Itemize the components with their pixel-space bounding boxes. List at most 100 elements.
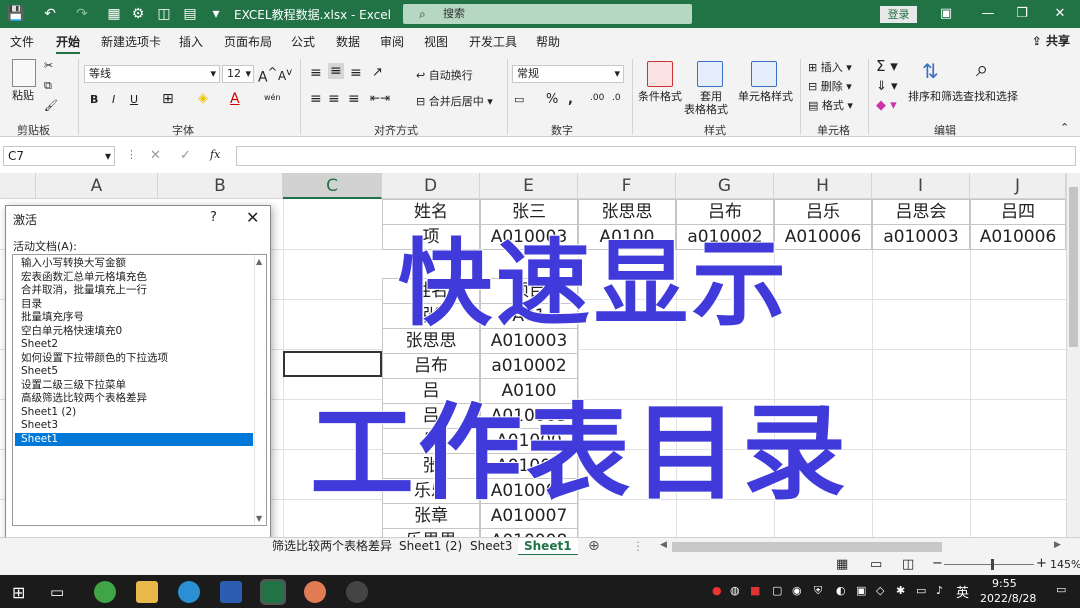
comma-icon[interactable]: , <box>568 92 573 107</box>
column-header-e[interactable]: E <box>480 173 578 199</box>
notification-icon[interactable]: ▭ <box>1056 583 1066 596</box>
tray-record-icon[interactable]: ● <box>712 584 722 597</box>
minimize-icon[interactable]: — <box>978 4 998 24</box>
list-item[interactable]: Sheet5 <box>15 365 253 378</box>
grow-font-icon[interactable]: A^ <box>258 65 277 86</box>
excel-icon[interactable] <box>260 579 286 605</box>
bluetooth-icon[interactable]: ✱ <box>896 584 905 597</box>
align-top-icon[interactable]: ≡ <box>310 65 322 81</box>
close-icon[interactable]: ✕ <box>1050 4 1070 24</box>
vertical-scrollbar[interactable] <box>1066 173 1080 537</box>
windows-start-icon[interactable]: ⊞ <box>12 583 25 602</box>
word-icon[interactable] <box>220 581 242 603</box>
align-middle-icon[interactable]: ≡ <box>328 63 344 79</box>
paste-button[interactable]: 粘贴 <box>12 87 34 103</box>
macro-icon[interactable]: ⚙ <box>128 4 148 24</box>
fill-icon[interactable]: ⇓ ▾ <box>876 79 898 94</box>
zoom-level[interactable]: 145% <box>1050 558 1080 571</box>
cell-style-icon[interactable] <box>751 61 777 87</box>
insert-cells-button[interactable]: ⊞ 插入 ▾ <box>808 59 852 75</box>
column-header-j[interactable]: J <box>970 173 1066 199</box>
camera-icon[interactable]: ◫ <box>154 4 174 24</box>
share-button[interactable]: ⇪ 共享 <box>1032 32 1070 49</box>
list-item[interactable]: 空白单元格快速填充0 <box>15 325 253 338</box>
network-icon[interactable]: ▭ <box>916 584 926 597</box>
page-break-view-icon[interactable]: ◫ <box>902 557 914 572</box>
cell-j2[interactable]: A010006 <box>970 224 1066 250</box>
task-view-icon[interactable]: ▭ <box>50 583 64 601</box>
sort-filter-icon[interactable]: ⇅ <box>922 59 939 83</box>
cell-i1[interactable]: 吕思会 <box>872 199 970 225</box>
column-header-c[interactable]: C <box>283 173 382 199</box>
cut-icon[interactable]: ✂ <box>44 59 53 72</box>
help-icon[interactable]: ? <box>210 210 217 225</box>
tab-insert[interactable]: 插入 <box>179 33 203 50</box>
normal-view-icon[interactable]: ▦ <box>836 557 848 572</box>
close-icon[interactable]: ✕ <box>246 208 259 227</box>
currency-icon[interactable]: ▭ <box>514 93 524 106</box>
scroll-up-icon[interactable]: ▲ <box>256 257 262 266</box>
ime-indicator[interactable]: 英 <box>956 582 969 601</box>
border-icon[interactable]: ⊞ <box>162 91 174 107</box>
tab-home[interactable]: 开始 <box>56 33 81 54</box>
zoom-in-icon[interactable]: + <box>1036 556 1047 571</box>
cell-style-button[interactable]: 单元格样式 <box>738 88 793 104</box>
list-item-selected[interactable]: Sheet1 <box>15 432 253 446</box>
edge-browser-icon[interactable] <box>178 581 200 603</box>
tray-icon[interactable]: ◇ <box>876 584 884 597</box>
sheet-tab[interactable]: Sheet3 <box>464 538 518 556</box>
horizontal-scroll-thumb[interactable] <box>672 542 942 552</box>
scroll-down-icon[interactable]: ▼ <box>256 514 262 523</box>
italic-icon[interactable]: I <box>112 93 115 106</box>
tab-new[interactable]: 新建选项卡 <box>101 33 161 50</box>
search-box[interactable]: ⌕ 搜索 <box>403 4 692 24</box>
scroll-thumb[interactable] <box>1069 187 1078 347</box>
phonetic-icon[interactable]: wén <box>264 93 281 102</box>
conditional-format-button[interactable]: 条件格式 <box>638 88 682 104</box>
undo-icon[interactable]: ↶ <box>40 4 60 24</box>
collapse-ribbon-icon[interactable]: ⌃ <box>1060 121 1069 134</box>
tray-icon[interactable]: ◍ <box>730 584 740 597</box>
cell-j1[interactable]: 吕四 <box>970 199 1066 225</box>
decrease-decimal-icon[interactable]: .0 <box>612 93 621 103</box>
column-header-f[interactable]: F <box>578 173 676 199</box>
list-item[interactable]: 输入小写转换大写金额 <box>15 257 253 270</box>
ribbon-display-icon[interactable]: ▣ <box>936 4 956 24</box>
select-all-corner[interactable] <box>0 173 36 199</box>
page-layout-view-icon[interactable]: ▭ <box>870 557 882 572</box>
zoom-slider[interactable] <box>944 564 1034 565</box>
align-bottom-icon[interactable]: ≡ <box>350 65 362 81</box>
cell-i2[interactable]: a010003 <box>872 224 970 250</box>
sheet-tab-active[interactable]: Sheet1 <box>518 538 578 556</box>
app-icon-orange[interactable] <box>304 581 326 603</box>
tab-review[interactable]: 审阅 <box>380 33 404 50</box>
scroll-right-icon[interactable]: ▶ <box>1054 540 1061 550</box>
list-item[interactable]: Sheet3 <box>15 419 253 432</box>
copy-icon[interactable]: ⧉ <box>44 79 52 93</box>
tab-page-layout[interactable]: 页面布局 <box>224 33 272 50</box>
font-color-icon[interactable]: A <box>230 91 240 107</box>
volume-icon[interactable]: ♪ <box>936 584 943 597</box>
tray-icon[interactable]: ◐ <box>836 584 846 597</box>
fill-color-icon[interactable]: ◈ <box>198 91 208 106</box>
app-icon-green[interactable] <box>94 581 116 603</box>
column-header-d[interactable]: D <box>382 173 480 199</box>
column-header-b[interactable]: B <box>158 173 283 199</box>
format-painter-icon[interactable]: 🖌 <box>44 99 58 112</box>
security-icon[interactable]: ⛨ <box>814 584 822 598</box>
list-item[interactable]: Sheet1 (2) <box>15 406 253 419</box>
column-header-g[interactable]: G <box>676 173 774 199</box>
autosum-icon[interactable]: Σ ▾ <box>876 57 898 75</box>
increase-decimal-icon[interactable]: .00 <box>590 93 604 103</box>
list-item[interactable]: 目录 <box>15 298 253 311</box>
tab-formulas[interactable]: 公式 <box>291 33 315 50</box>
app-icon-record[interactable] <box>346 581 368 603</box>
insert-function-icon[interactable]: fx <box>210 148 220 161</box>
table-cell[interactable]: A010008 <box>480 528 578 537</box>
tab-view[interactable]: 视图 <box>424 33 448 50</box>
table-cell[interactable]: 乐思思 <box>382 528 480 537</box>
list-item[interactable]: 合并取消，批量填充上一行 <box>15 284 253 297</box>
table-format-label-2[interactable]: 表格格式 <box>684 101 728 117</box>
add-sheet-icon[interactable]: ⊕ <box>588 538 600 554</box>
align-right-icon[interactable]: ≡ <box>348 91 360 107</box>
